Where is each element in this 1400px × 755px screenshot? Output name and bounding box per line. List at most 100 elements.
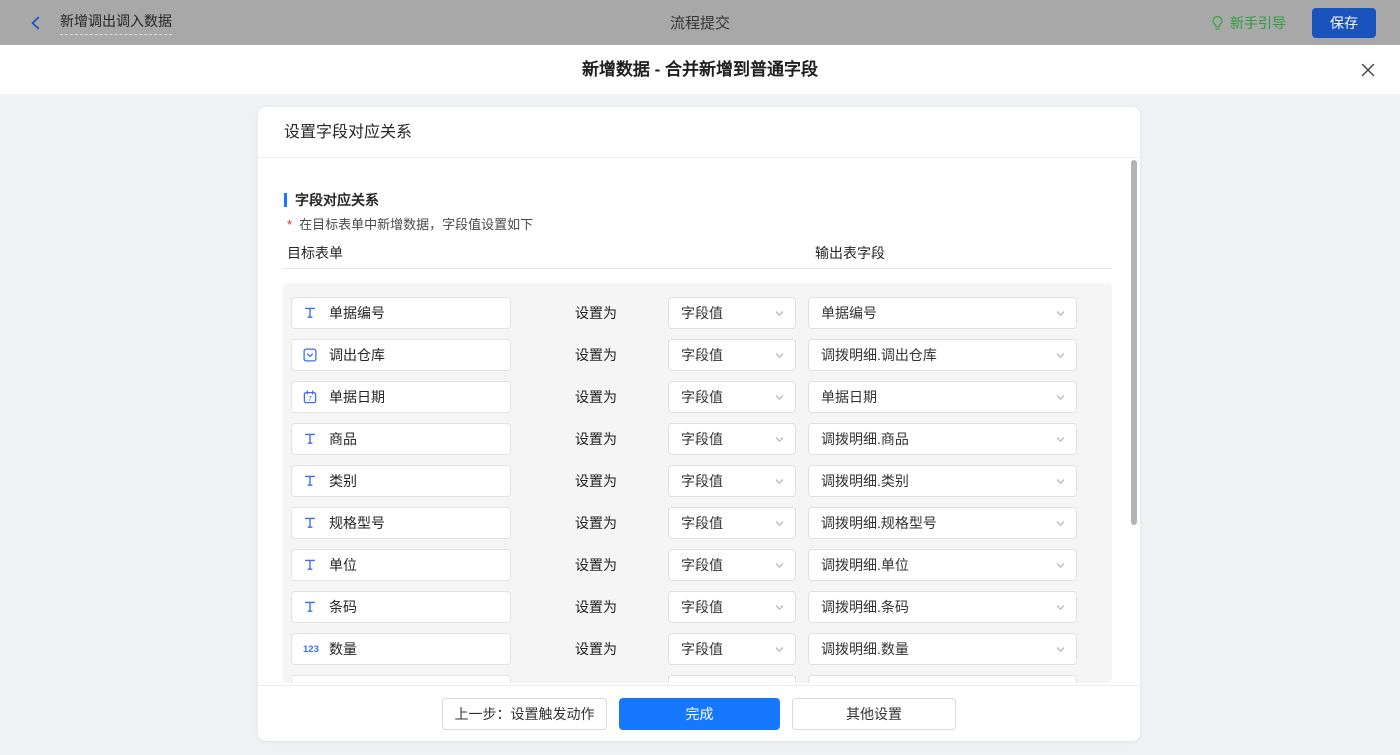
set-as-label: 设置为: [575, 423, 617, 455]
text-field-icon: [303, 474, 317, 488]
target-field-label: 数量: [329, 639, 357, 659]
value-mode-select[interactable]: 字段值: [668, 633, 796, 665]
target-field-label: 调出仓库: [329, 345, 385, 365]
field-mapping-row: 7单据日期设置为字段值单据日期: [283, 381, 1112, 413]
required-mark: *: [287, 217, 292, 232]
output-field-select[interactable]: 调拨明细.商品: [808, 423, 1077, 455]
dialog-body: 设置字段对应关系 字段对应关系 * 在目标表单中新增数据，字段值设置如下 目标表单…: [0, 95, 1400, 755]
target-field-input[interactable]: 123数量: [291, 633, 511, 665]
output-field-select[interactable]: 调拨明细.规格型号: [808, 507, 1077, 539]
set-as-label: 设置为: [575, 465, 617, 497]
lightbulb-icon: [1210, 15, 1225, 31]
chevron-down-icon: [1055, 434, 1066, 445]
flow-name-label[interactable]: 新增调出调入数据: [60, 11, 172, 35]
value-mode-select[interactable]: 字段值: [668, 549, 796, 581]
target-field-label: 类别: [329, 471, 357, 491]
target-field-label: 单位: [329, 555, 357, 575]
set-as-label: 设置为: [575, 633, 617, 665]
beginner-guide-button[interactable]: 新手引导: [1210, 13, 1286, 33]
value-mode-select[interactable]: 字段值: [668, 381, 796, 413]
field-mapping-row: 调出仓库设置为字段值调拨明细.调出仓库: [283, 339, 1112, 371]
flow-mode-label: 流程提交: [0, 12, 1400, 33]
dialog-title: 新增数据 - 合并新增到普通字段: [0, 45, 1400, 95]
value-mode-select[interactable]: 字段值: [668, 297, 796, 329]
value-mode-select[interactable]: 字段值: [668, 465, 796, 497]
field-mapping-row: 规格型号 设置为 字段值调拨明细.规格型号: [283, 507, 1112, 539]
output-field-select[interactable]: 调拨明细.调出仓库: [808, 339, 1077, 371]
section-description: * 在目标表单中新增数据，字段值设置如下: [287, 214, 533, 233]
finish-button[interactable]: 完成: [619, 698, 780, 730]
column-header-target: 目标表单: [287, 243, 343, 263]
text-field-icon: [303, 432, 317, 446]
section-title-text: 字段对应关系: [295, 190, 379, 210]
output-field-select[interactable]: 调拨明细.单位: [808, 549, 1077, 581]
target-field-label: 单据日期: [329, 387, 385, 407]
section-title: 字段对应关系: [284, 190, 379, 210]
chevron-down-icon: [1055, 392, 1066, 403]
back-button[interactable]: [26, 13, 46, 33]
dialog-header: 新增数据 - 合并新增到普通字段: [0, 45, 1400, 95]
chevron-left-icon: [28, 15, 44, 31]
chevron-down-icon: [774, 476, 785, 487]
target-field-input[interactable]: 单位: [291, 549, 511, 581]
output-field-select[interactable]: [808, 675, 1077, 683]
value-mode-select[interactable]: 字段值: [668, 339, 796, 371]
chevron-down-icon: [774, 602, 785, 613]
value-mode-select[interactable]: [668, 675, 796, 683]
set-as-label: 设置为: [575, 549, 617, 581]
target-field-input[interactable]: 商品: [291, 423, 511, 455]
set-as-label: 设置为: [575, 507, 617, 539]
chevron-down-icon: [774, 350, 785, 361]
field-mapping-list: 单据编号设置为字段值单据编号调出仓库设置为字段值调拨明细.调出仓库7单据日期设置…: [283, 283, 1112, 683]
previous-step-button[interactable]: 上一步：设置触发动作: [442, 698, 607, 730]
close-button[interactable]: [1358, 60, 1378, 80]
field-mapping-row: 123数量 设置为 字段值调拨明细.数量: [283, 633, 1112, 665]
value-mode-select[interactable]: 字段值: [668, 507, 796, 539]
scrollbar-thumb[interactable]: [1131, 160, 1137, 525]
guide-label: 新手引导: [1230, 13, 1286, 33]
chevron-down-icon: [1055, 560, 1066, 571]
field-mapping-row-clipped: [283, 675, 1112, 683]
text-field-icon: [303, 600, 317, 614]
description-text: 在目标表单中新增数据，字段值设置如下: [299, 217, 533, 232]
target-field-input[interactable]: 规格型号: [291, 507, 511, 539]
output-field-select[interactable]: 调拨明细.条码: [808, 591, 1077, 623]
set-as-label: 设置为: [575, 381, 617, 413]
date-field-icon: 7: [303, 390, 317, 404]
target-field-input[interactable]: 调出仓库: [291, 339, 511, 371]
dialog-footer: 上一步：设置触发动作 完成 其他设置: [258, 685, 1140, 741]
chevron-down-icon: [1055, 602, 1066, 613]
target-field-input[interactable]: 类别: [291, 465, 511, 497]
target-field-label: 条码: [329, 597, 357, 617]
chevron-down-icon: [774, 518, 785, 529]
chevron-down-icon: [774, 392, 785, 403]
field-mapping-row: 单位 设置为 字段值调拨明细.单位: [283, 549, 1112, 581]
output-field-select[interactable]: 调拨明细.数量: [808, 633, 1077, 665]
target-field-label: 单据编号: [329, 303, 385, 323]
set-as-label: 设置为: [575, 297, 617, 329]
chevron-down-icon: [774, 644, 785, 655]
other-settings-button[interactable]: 其他设置: [792, 698, 956, 730]
target-field-input[interactable]: 单据编号: [291, 297, 511, 329]
output-field-select[interactable]: 单据日期: [808, 381, 1077, 413]
field-mapping-card: 设置字段对应关系 字段对应关系 * 在目标表单中新增数据，字段值设置如下 目标表单…: [258, 107, 1140, 741]
text-field-icon: [303, 516, 317, 530]
value-mode-select[interactable]: 字段值: [668, 423, 796, 455]
chevron-down-icon: [1055, 518, 1066, 529]
chevron-down-icon: [1055, 644, 1066, 655]
target-field-input[interactable]: 7 单据日期: [291, 381, 511, 413]
target-field-input[interactable]: 条码: [291, 591, 511, 623]
select-field-icon: [303, 348, 317, 362]
section-accent-bar: [284, 193, 287, 207]
field-mapping-row: 条码设置为字段值调拨明细.条码: [283, 591, 1112, 623]
field-mapping-row: 类别 设置为 字段值调拨明细.类别: [283, 465, 1112, 497]
chevron-down-icon: [774, 308, 785, 319]
value-mode-select[interactable]: 字段值: [668, 591, 796, 623]
output-field-select[interactable]: 调拨明细.类别: [808, 465, 1077, 497]
save-button[interactable]: 保存: [1312, 8, 1376, 38]
card-title: 设置字段对应关系: [258, 107, 1140, 158]
field-mapping-row: 单据编号设置为字段值单据编号: [283, 297, 1112, 329]
output-field-select[interactable]: 单据编号: [808, 297, 1077, 329]
text-field-icon: [303, 558, 317, 572]
target-field-input[interactable]: [291, 675, 511, 683]
